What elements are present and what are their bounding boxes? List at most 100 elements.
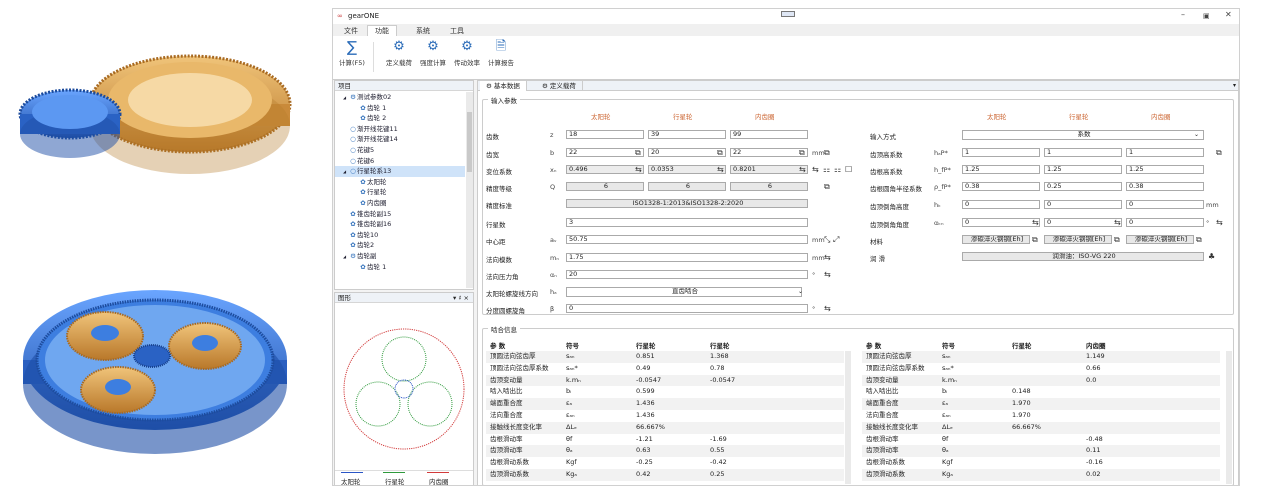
maximize-button[interactable]: ▣ [1203, 12, 1210, 20]
menu-file[interactable]: 文件 [336, 25, 366, 36]
mesh-left-scrollbar[interactable] [845, 351, 851, 484]
material-field[interactable]: 渗碳淬火钢钢[Eh] [1044, 235, 1112, 244]
close-button[interactable]: ✕ [1225, 10, 1232, 19]
sync-icon[interactable]: ⇆ [635, 165, 642, 174]
lock-icon[interactable]: ⧉ [799, 148, 805, 157]
mesh-right-scrollbar[interactable] [1226, 351, 1232, 484]
tree-item[interactable]: ✿齿轮2 [335, 240, 465, 251]
sync-icon[interactable]: ⇆ [1216, 218, 1223, 227]
edit-icon[interactable]: ⧉ [1216, 148, 1222, 157]
menu-tools[interactable]: 工具 [442, 25, 472, 36]
lubrication-field[interactable]: 润滑油：ISO-VG 220 [962, 252, 1204, 261]
menu-system[interactable]: 系统 [408, 25, 438, 36]
param-input[interactable]: 1.25 [1126, 165, 1204, 174]
calculate-button[interactable]: ∑ 计算(F5) [337, 39, 367, 67]
param-input[interactable]: 1 [1126, 148, 1204, 157]
material-field[interactable]: 渗碳淬火钢钢[Eh] [1126, 235, 1194, 244]
param-input[interactable]: 22 [730, 148, 808, 157]
param-input[interactable]: 6 [730, 182, 808, 191]
param-input[interactable]: 99 [730, 130, 808, 139]
param-input[interactable]: 20 [648, 148, 726, 157]
edit-icon[interactable]: ⧉ [1032, 235, 1038, 244]
define-load-button[interactable]: ⚙ 定义载荷 [383, 39, 415, 67]
tree-item[interactable]: ✿齿轮 1 [335, 262, 465, 273]
param-input[interactable]: 22 [566, 148, 644, 157]
restore-indicator-icon[interactable] [781, 11, 795, 17]
tree-item[interactable]: ✿齿轮 2 [335, 113, 465, 124]
tree-item[interactable]: ✿锥齿轮副15 [335, 209, 465, 220]
chevron-down-icon[interactable]: ⌄ [1194, 131, 1199, 138]
lock-icon[interactable]: ⧉ [635, 148, 641, 157]
sync-icon[interactable]: ⇆ [824, 270, 831, 279]
param-input[interactable]: 0 [962, 218, 1040, 227]
material-field[interactable]: 渗碳淬火钢钢[Eh] [962, 235, 1030, 244]
param-input[interactable]: 39 [648, 130, 726, 139]
sync-icon[interactable]: ⇆ [824, 304, 831, 313]
tree-item[interactable]: ✿齿轮 1 [335, 103, 465, 114]
efficiency-button[interactable]: ⚙ 传动效率 [451, 39, 483, 67]
param-input[interactable]: 3 [566, 218, 808, 227]
grid-icon[interactable]: ⚏ [834, 165, 841, 174]
input-mode-select[interactable]: 系数 [962, 130, 1204, 140]
param-input[interactable]: 0 [962, 200, 1040, 209]
tree-item[interactable]: ✿锥齿轮副16 [335, 219, 465, 230]
checkbox-icon[interactable]: ☐ [845, 165, 852, 174]
param-input[interactable]: 0 [1044, 218, 1122, 227]
tree-item[interactable]: ◢ ⚙测试参数02 [335, 92, 465, 103]
report-button[interactable]: 🗎 计算报告 [485, 39, 517, 67]
sync-icon[interactable]: ⇆ [717, 165, 724, 174]
tree-item[interactable]: ✿太阳轮 [335, 177, 465, 188]
param-input[interactable]: 0 [1044, 200, 1122, 209]
edit-icon[interactable]: ⧉ [1114, 235, 1120, 244]
tree-item[interactable]: ◢ ○行星轮系13 [335, 166, 465, 177]
param-input[interactable]: 1.25 [1044, 165, 1122, 174]
param-input[interactable]: 0 [566, 304, 808, 313]
param-input[interactable]: 0 [1126, 200, 1204, 209]
param-input[interactable]: 0.8201 [730, 165, 808, 174]
graph-pane-controls[interactable]: ▾ ♯ × [453, 293, 469, 303]
tree-item[interactable]: ○花键5 [335, 145, 465, 156]
param-input[interactable]: 6 [648, 182, 726, 191]
strength-calc-button[interactable]: ⚙ 强度计算 [417, 39, 449, 67]
lock-icon[interactable]: ⧉ [717, 148, 723, 157]
tree-scroll-thumb[interactable] [467, 112, 472, 172]
param-input[interactable]: 20 [566, 270, 808, 279]
edit-icon[interactable]: ⧉ [1196, 235, 1202, 244]
param-input[interactable]: 0.496 [566, 165, 644, 174]
edit-icon[interactable]: ⧉ [824, 182, 830, 191]
param-input[interactable]: 0.25 [1044, 182, 1122, 191]
param-input[interactable]: 0.38 [962, 182, 1040, 191]
chevron-down-icon[interactable]: ⌄ [798, 288, 803, 295]
tree-item[interactable]: ○渐开线花键14 [335, 134, 465, 145]
tree-item[interactable]: ✿内齿圈 [335, 198, 465, 209]
param-input[interactable]: 1.25 [962, 165, 1040, 174]
sync-icon[interactable]: ⇆ [824, 253, 831, 262]
param-input[interactable]: 6 [566, 182, 644, 191]
menu-function[interactable]: 功能 [367, 25, 397, 36]
param-input[interactable]: 1 [1044, 148, 1122, 157]
oil-icon[interactable]: ♣ [1208, 252, 1215, 261]
edit-icon[interactable]: ⧉ [824, 148, 830, 157]
sync-icon[interactable]: ⇆ [1114, 218, 1121, 227]
param-input[interactable]: 0 [1126, 218, 1204, 227]
tree-item[interactable]: ○花键6 [335, 156, 465, 167]
param-input[interactable]: 50.75 [566, 235, 808, 244]
tree-item[interactable]: ✿行星轮 [335, 187, 465, 198]
sync-icon[interactable]: ⇆ [812, 165, 819, 174]
param-input[interactable]: 1.75 [566, 253, 808, 262]
helix-direction-select[interactable]: 直齿啮合 [566, 287, 802, 297]
tree-item[interactable]: ✿齿轮10 [335, 230, 465, 241]
tree-scrollbar[interactable] [466, 92, 473, 288]
param-input[interactable]: 0.0353 [648, 165, 726, 174]
minimize-button[interactable]: – [1181, 10, 1185, 19]
param-input[interactable]: 1 [962, 148, 1040, 157]
param-input[interactable]: 0.38 [1126, 182, 1204, 191]
arrows-icon[interactable]: ⤡ ⤢ [824, 235, 839, 244]
sync-icon[interactable]: ⇆ [1032, 218, 1039, 227]
param-input[interactable]: 18 [566, 130, 644, 139]
tree-item[interactable]: ◢ ⚙齿轮副 [335, 251, 465, 262]
sync-icon[interactable]: ⇆ [799, 165, 806, 174]
accuracy-std-field[interactable]: ISO1328-1:2013&ISO1328-2:2020 [566, 199, 808, 208]
tree-item[interactable]: ○渐开线花键11 [335, 124, 465, 135]
grid-icon[interactable]: ⚏ [823, 165, 830, 174]
